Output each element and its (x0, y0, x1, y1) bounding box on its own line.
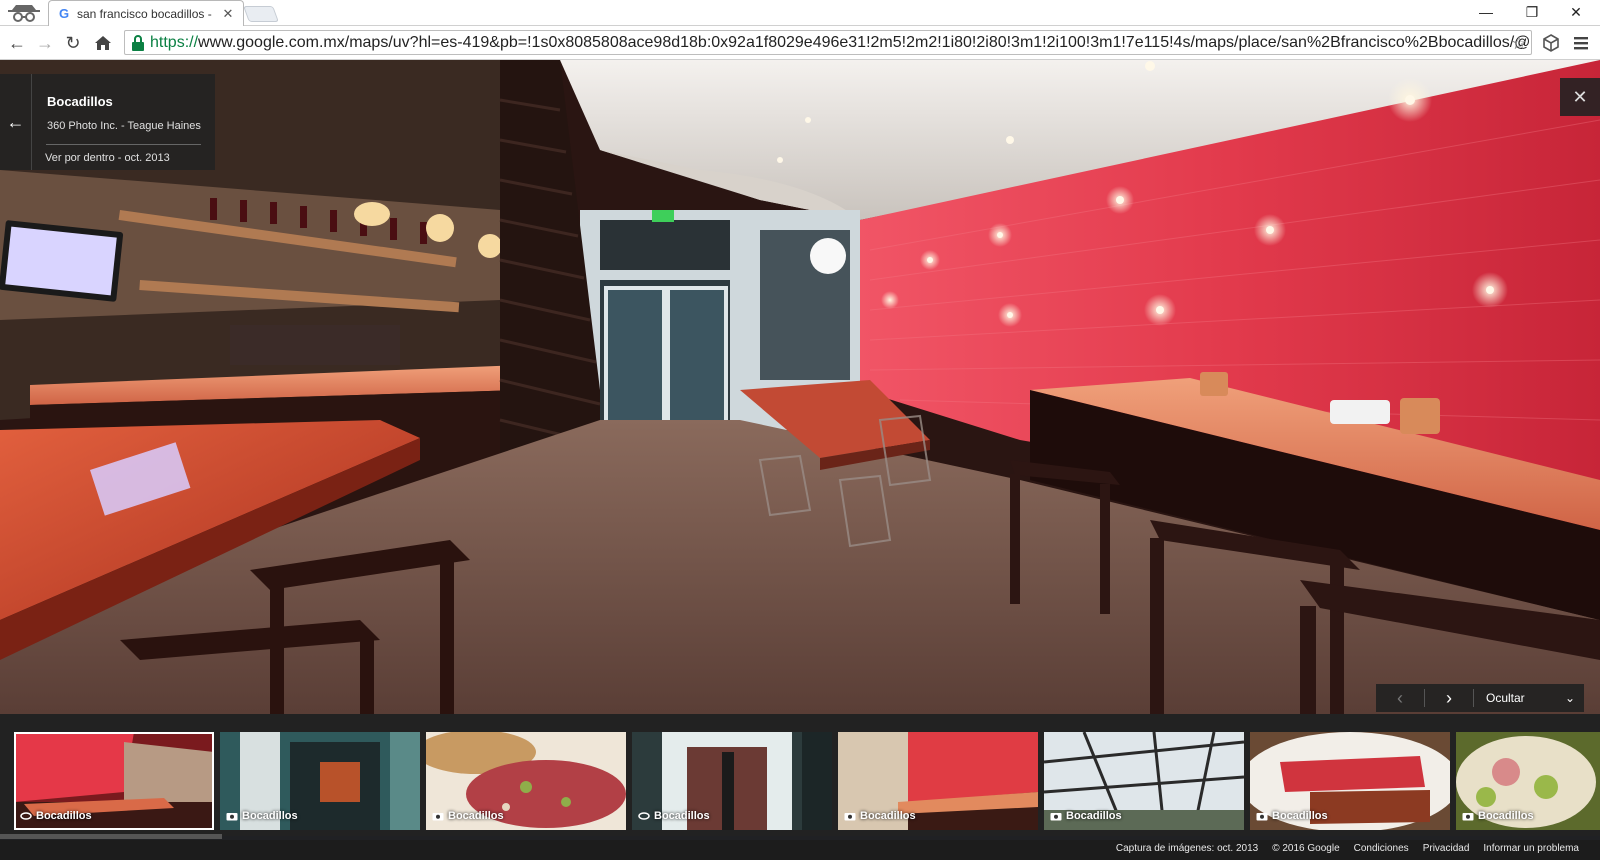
thumbnail-caption: Bocadillos (20, 810, 92, 822)
place-name: Bocadillos (47, 94, 113, 109)
new-tab-button[interactable] (243, 6, 279, 22)
photo-thumbnail[interactable]: Bocadillos (632, 732, 832, 830)
thumbnail-caption: Bocadillos (844, 810, 916, 822)
camera-icon (844, 813, 856, 821)
photo-thumbnail[interactable]: Bocadillos (1044, 732, 1244, 830)
thumbnail-caption: Bocadillos (226, 810, 298, 822)
photo-thumbnail[interactable]: Bocadillos (1456, 732, 1600, 830)
report-problem-link[interactable]: Informar un problema (1476, 843, 1586, 854)
thumbnail-caption: Bocadillos (638, 810, 710, 822)
browser-tab-bar: G san francisco bocadillos - ✕ — ❐ ✕ (0, 0, 1600, 26)
extension-cube-icon[interactable] (1540, 32, 1562, 54)
divider (46, 144, 201, 145)
address-url: https://www.google.com.mx/maps/uv?hl=es-… (150, 33, 1531, 51)
map-footer: Captura de imágenes: oct. 2013 © 2016 Go… (0, 840, 1600, 860)
street-view-panorama[interactable]: ← Bocadillos 360 Photo Inc. - Teague Hai… (0, 60, 1600, 714)
reload-icon[interactable]: ↻ (62, 32, 84, 54)
hide-strip-button[interactable]: Ocultar (1474, 691, 1556, 705)
window-close-button[interactable]: ✕ (1556, 0, 1596, 24)
forward-arrow-icon[interactable]: → (34, 32, 56, 54)
thumbnail-caption: Bocadillos (1050, 810, 1122, 822)
restaurant-interior-image (0, 60, 1600, 714)
camera-icon (226, 813, 238, 821)
photo-strip: Bocadillos Bocadillos Bocadillos Bocadil… (0, 714, 1600, 839)
camera-icon (432, 813, 444, 821)
prev-photo-chevron-icon[interactable]: ‹ (1376, 684, 1424, 712)
photo-thumbnail[interactable]: Bocadillos (14, 732, 214, 830)
back-arrow-icon[interactable]: ← (6, 32, 28, 54)
360-icon (20, 812, 32, 820)
camera-icon (1050, 813, 1062, 821)
photo-thumbnail[interactable]: Bocadillos (838, 732, 1038, 830)
terms-link[interactable]: Condiciones (1347, 843, 1416, 854)
capture-date[interactable]: Ver por dentro - oct. 2013 (45, 152, 170, 164)
browser-tab[interactable]: G san francisco bocadillos - ✕ (48, 0, 244, 26)
secure-lock-icon (132, 34, 144, 51)
restore-button[interactable]: ❐ (1512, 0, 1552, 24)
address-bar[interactable]: https://www.google.com.mx/maps/uv?hl=es-… (124, 30, 1532, 55)
menu-icon[interactable] (1570, 32, 1592, 54)
thumbnail-caption: Bocadillos (432, 810, 504, 822)
place-info-card: ← Bocadillos 360 Photo Inc. - Teague Hai… (0, 74, 215, 170)
home-icon[interactable] (92, 32, 114, 54)
camera-icon (1256, 813, 1268, 821)
google-favicon-icon: G (58, 5, 70, 21)
photo-thumbnail[interactable]: Bocadillos (220, 732, 420, 830)
next-photo-chevron-icon[interactable]: › (1425, 684, 1473, 712)
thumbnail-caption: Bocadillos (1462, 810, 1534, 822)
photo-strip-controls: ‹ › Ocultar ⌄ (1376, 684, 1584, 712)
close-street-view-button[interactable]: ✕ (1560, 78, 1600, 116)
photo-strip-scrollbar[interactable] (0, 834, 222, 839)
photo-credit[interactable]: 360 Photo Inc. - Teague Haines (47, 120, 201, 132)
copyright-text: © 2016 Google (1272, 843, 1340, 854)
photo-thumbnail[interactable]: Bocadillos (1250, 732, 1450, 830)
incognito-icon (8, 5, 40, 22)
photo-thumbnail[interactable]: Bocadillos (426, 732, 626, 830)
360-icon (638, 812, 650, 820)
bookmark-star-icon[interactable]: ☆ (1511, 33, 1527, 54)
camera-icon (1462, 813, 1474, 821)
tab-close-icon[interactable]: ✕ (221, 6, 235, 22)
minimize-button[interactable]: — (1466, 0, 1506, 24)
tab-title: san francisco bocadillos - (77, 6, 212, 21)
browser-toolbar: ← → ↻ https://www.google.com.mx/maps/uv?… (0, 26, 1600, 60)
back-arrow-button[interactable]: ← (0, 74, 32, 170)
collapse-chevron-icon[interactable]: ⌄ (1556, 691, 1584, 705)
thumbnail-caption: Bocadillos (1256, 810, 1328, 822)
privacy-link[interactable]: Privacidad (1416, 843, 1477, 854)
imagery-capture-date: Captura de imágenes: oct. 2013 (1115, 843, 1259, 854)
